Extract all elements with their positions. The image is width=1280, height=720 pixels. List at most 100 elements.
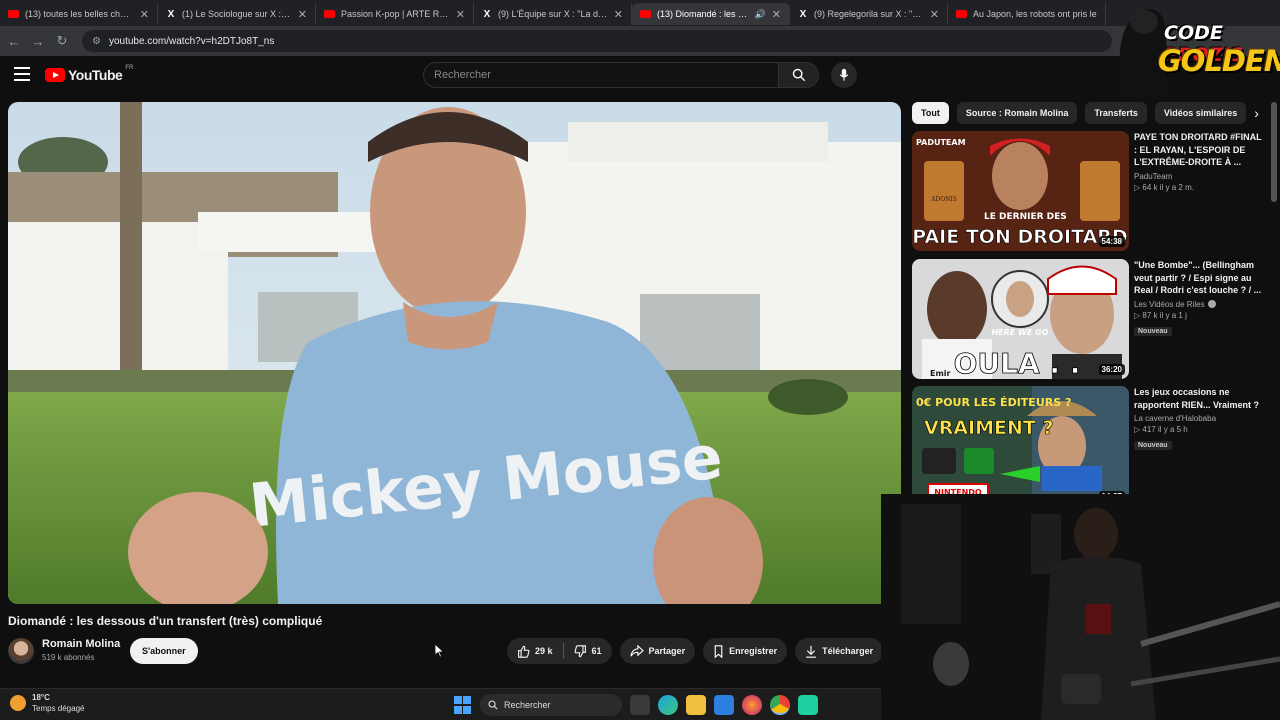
- search-button[interactable]: [779, 62, 819, 88]
- file-explorer-icon[interactable]: [686, 695, 706, 715]
- webcam-overlay: [881, 494, 1280, 720]
- youtube-favicon-icon: [8, 10, 19, 18]
- webcam-feed: [881, 494, 1280, 720]
- browser-tab[interactable]: (13) toutes les belles choses on ✕: [0, 3, 158, 25]
- subscribe-button[interactable]: S'abonner: [130, 638, 198, 664]
- related-filter-chips: Tout Source : Romain Molina Transferts V…: [912, 102, 1259, 124]
- video-duration: 54:38: [1098, 236, 1125, 247]
- download-icon: [806, 645, 816, 658]
- recommended-channel[interactable]: La caverne d'Halobaba: [1134, 414, 1264, 423]
- tab-close-icon[interactable]: ✕: [456, 8, 465, 21]
- task-view-icon[interactable]: [630, 695, 650, 715]
- thumbnail-image: 0€ POUR LES ÉDITEURS ? VRAIMENT ? NINTEN…: [912, 386, 1129, 506]
- browser-tab-active[interactable]: (13) Diomandé : les dessou 🔊 ✕: [632, 3, 790, 25]
- tab-title: (13) Diomandé : les dessou: [657, 9, 749, 19]
- tab-close-icon[interactable]: ✕: [772, 8, 781, 21]
- youtube-favicon-icon: [324, 10, 335, 18]
- channel-name[interactable]: Romain Molina: [42, 638, 120, 650]
- download-label: Télécharger: [822, 646, 874, 656]
- video-thumbnail[interactable]: HERE WE GO OULA . . Emir 36:20: [912, 259, 1129, 379]
- youtube-header: YouTube FR: [0, 56, 1280, 96]
- bookmark-icon: [714, 644, 723, 658]
- recommended-channel[interactable]: Les Vidéos de Riles: [1134, 300, 1264, 309]
- chip-transfers[interactable]: Transferts: [1085, 102, 1147, 124]
- hamburger-menu-icon[interactable]: [14, 67, 30, 81]
- taskbar-search[interactable]: Rechercher: [480, 694, 622, 716]
- video-thumbnail[interactable]: 0€ POUR LES ÉDITEURS ? VRAIMENT ? NINTEN…: [912, 386, 1129, 506]
- store-icon[interactable]: [714, 695, 734, 715]
- channel-name: Les Vidéos de Riles: [1134, 299, 1205, 309]
- chip-all[interactable]: Tout: [912, 102, 949, 124]
- voice-search-button[interactable]: [831, 62, 857, 88]
- tab-close-icon[interactable]: ✕: [930, 8, 939, 21]
- logo-code-text: CODE: [1164, 22, 1223, 44]
- forward-icon[interactable]: →: [26, 29, 50, 53]
- thumbs-up-icon: [518, 645, 530, 658]
- dislike-button[interactable]: 61: [564, 644, 612, 658]
- recommended-video[interactable]: 0€ POUR LES ÉDITEURS ? VRAIMENT ? NINTEN…: [912, 386, 1267, 506]
- recommended-stats: ▷ 417 il y a 5 h: [1134, 425, 1188, 434]
- video-frame: Mickey Mouse: [8, 102, 901, 604]
- chip-source[interactable]: Source : Romain Molina: [956, 102, 1078, 124]
- windows-start-icon[interactable]: [452, 695, 472, 715]
- recommended-video-title[interactable]: Les jeux occasions ne rapportent RIEN...…: [1134, 386, 1264, 411]
- search-bar: [423, 62, 857, 88]
- tab-close-icon[interactable]: ✕: [140, 8, 149, 21]
- chip-similar[interactable]: Vidéos similaires: [1154, 102, 1247, 124]
- subscriber-count: 519 k abonnés: [42, 653, 95, 662]
- thumbnail-image: HERE WE GO OULA . . Emir: [912, 259, 1129, 379]
- recommended-stats: ▷ 87 k il y a 1 j: [1134, 310, 1187, 320]
- chrome-icon[interactable]: [770, 695, 790, 715]
- like-count: 29 k: [535, 646, 553, 656]
- recommended-video-title[interactable]: PAYE TON DROITARD #FINAL : EL RAYAN, L'E…: [1134, 131, 1264, 169]
- x-favicon-icon: X: [167, 8, 175, 20]
- video-player[interactable]: Mickey Mouse: [8, 102, 901, 604]
- browser-tab-strip: (13) toutes les belles choses on ✕ X (1)…: [0, 0, 1280, 26]
- browser-tab[interactable]: X (9) L'Équipe sur X : "La démissi ✕: [474, 3, 632, 25]
- tab-title: (13) toutes les belles choses on: [25, 9, 134, 19]
- site-info-icon[interactable]: ⚙: [92, 36, 101, 47]
- chevron-right-icon[interactable]: ›: [1254, 102, 1259, 124]
- video-title: Diomandé : les dessous d'un transfert (t…: [8, 614, 323, 628]
- taskbar-search-label: Rechercher: [504, 700, 551, 710]
- browser-tab[interactable]: X (9) Regelegorila sur X : "Ça dev ✕: [790, 3, 948, 25]
- firefox-icon[interactable]: [742, 695, 762, 715]
- thumb-title-text: OULA . .: [954, 347, 1081, 379]
- browser-tab[interactable]: Passion K-pop | ARTE Regards ✕: [316, 3, 474, 25]
- edge-icon[interactable]: [658, 695, 678, 715]
- sidebar-scrollbar[interactable]: [1271, 102, 1277, 202]
- video-meta: Les jeux occasions ne rapportent RIEN...…: [1134, 386, 1264, 452]
- tab-audio-icon[interactable]: 🔊: [755, 9, 766, 20]
- recommended-video[interactable]: PADUTEAM ADONIS LE DERNIER DES PAIE TON …: [912, 131, 1267, 251]
- share-label: Partager: [648, 646, 686, 656]
- save-label: Enregistrer: [729, 646, 778, 656]
- app-icon[interactable]: [798, 695, 818, 715]
- tab-close-icon[interactable]: ✕: [298, 8, 307, 21]
- country-code: FR: [125, 65, 134, 71]
- back-icon[interactable]: ←: [2, 29, 26, 53]
- url-field[interactable]: ⚙ youtube.com/watch?v=h2DTJo8T_ns: [82, 30, 1112, 52]
- youtube-logo[interactable]: YouTube FR: [45, 65, 134, 83]
- video-thumbnail[interactable]: PADUTEAM ADONIS LE DERNIER DES PAIE TON …: [912, 131, 1129, 251]
- search-input[interactable]: [434, 69, 778, 81]
- thumb-headline-text: 0€ POUR LES ÉDITEURS ?: [916, 396, 1071, 409]
- like-button[interactable]: 29 k: [507, 645, 563, 658]
- browser-tab[interactable]: X (1) Le Sociologue sur X : "Tu m ✕: [158, 3, 316, 25]
- reload-icon[interactable]: ↻: [50, 29, 74, 53]
- logo-goldeng-text: GOLDENG: [1158, 44, 1280, 78]
- tab-close-icon[interactable]: ✕: [614, 8, 623, 21]
- share-button[interactable]: Partager: [619, 638, 696, 664]
- x-favicon-icon: X: [483, 8, 491, 20]
- windows-taskbar: 18°C Temps dégagé Rechercher: [0, 688, 881, 720]
- verified-icon: [1207, 300, 1216, 308]
- download-button[interactable]: Télécharger: [795, 638, 884, 664]
- browser-tab[interactable]: Au Japon, les robots ont pris le: [948, 3, 1106, 25]
- save-button[interactable]: Enregistrer: [703, 638, 788, 664]
- weather-widget[interactable]: 18°C Temps dégagé: [10, 692, 84, 714]
- recommended-channel[interactable]: PaduTeam: [1134, 172, 1264, 181]
- video-duration: 36:20: [1098, 364, 1125, 375]
- channel-avatar[interactable]: [8, 638, 34, 664]
- recommended-video[interactable]: HERE WE GO OULA . . Emir 36:20 "Une Bomb…: [912, 259, 1267, 379]
- recommended-video-title[interactable]: "Une Bombe"... (Bellingham veut partir ?…: [1134, 259, 1264, 297]
- tab-title: (9) L'Équipe sur X : "La démissi: [498, 9, 608, 19]
